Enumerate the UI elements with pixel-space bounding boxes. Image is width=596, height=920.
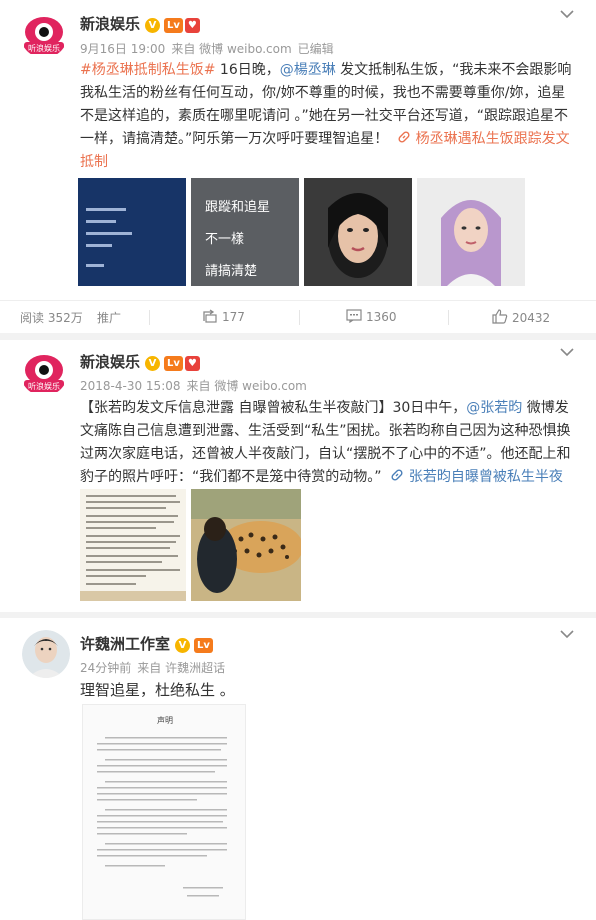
post-text-part: 【张若昀发文斥信息泄露 自曝曾被私生半夜敲门】30日中午，: [80, 400, 467, 416]
post-image[interactable]: 跟蹤和追星 不一樣 請搞清楚: [191, 178, 299, 286]
read-count: 阅读 352万: [20, 311, 83, 325]
promote-button[interactable]: 推广: [97, 309, 121, 326]
image-text-line: 不一樣: [205, 232, 245, 247]
verified-icon: V: [145, 356, 161, 371]
divider: [299, 310, 300, 325]
vip-badge: Lv: [164, 18, 183, 33]
comment-count: 1360: [366, 310, 397, 324]
verified-icon: V: [175, 638, 191, 653]
divider: [448, 310, 449, 325]
repost-count: 177: [222, 310, 245, 324]
post-text: 理智追星，杜绝私生 。: [80, 681, 235, 699]
post-meta: 2018-4-30 15:08 来自 微博 weibo.com: [80, 377, 313, 394]
member-icon: ♥: [184, 18, 200, 33]
author-name-text[interactable]: 许魏洲工作室: [80, 635, 170, 653]
repost-icon: [202, 309, 218, 323]
edited-label[interactable]: 已编辑: [298, 42, 334, 56]
author-name[interactable]: 许魏洲工作室 V Lv: [80, 633, 213, 654]
mention-link[interactable]: @楊丞琳: [280, 62, 336, 78]
author-avatar[interactable]: [22, 630, 70, 678]
hashtag-link[interactable]: #杨丞琳抵制私生饭#: [80, 62, 215, 78]
image-text-line: 跟蹤和追星: [205, 200, 271, 215]
chevron-down-icon[interactable]: [558, 626, 576, 644]
author-avatar[interactable]: 听浪娱乐: [20, 10, 68, 58]
post-image[interactable]: [191, 489, 301, 601]
post-image[interactable]: 声明: [82, 704, 246, 920]
author-name-text[interactable]: 新浪娱乐: [80, 15, 140, 33]
weibo-post: 许魏洲工作室 V Lv 24分钟前 来自 许魏洲超话 理智追星，杜绝私生 。 声明: [0, 618, 596, 920]
post-image[interactable]: [417, 178, 525, 286]
weibo-post: 听浪娱乐 新浪娱乐 V Lv ♥ 2018-4-30 15:08 来自 微博 weibo…: [0, 340, 596, 612]
link-icon: [397, 129, 411, 143]
divider: [149, 310, 150, 325]
like-count: 20432: [512, 311, 551, 325]
post-source: 来自 微博 weibo.com: [186, 379, 307, 393]
comment-button[interactable]: 1360: [346, 309, 397, 324]
post-image[interactable]: [304, 178, 412, 286]
post-text: #杨丞琳抵制私生饭# 16日晚，@楊丞琳 发文抵制私生饭，“我未来不会跟影响我私…: [80, 59, 576, 174]
image-text-line: 請搞清楚: [205, 264, 258, 279]
post-image[interactable]: [80, 489, 186, 601]
like-icon: [492, 309, 508, 324]
weibo-post: 听浪娱乐 新浪娱乐 V Lv ♥ 9月16日 19:00 来自 微博 weibo.com…: [0, 0, 596, 333]
like-button[interactable]: 20432: [492, 309, 550, 325]
chevron-down-icon[interactable]: [558, 344, 576, 362]
mention-link[interactable]: @张若昀: [466, 400, 522, 416]
vip-badge: Lv: [194, 638, 213, 653]
post-meta: 24分钟前 来自 许魏洲超话: [80, 659, 231, 676]
member-icon: ♥: [184, 356, 200, 371]
link-icon: [390, 467, 404, 481]
author-name-text[interactable]: 新浪娱乐: [80, 353, 140, 371]
chevron-down-icon[interactable]: [558, 6, 576, 24]
author-name[interactable]: 新浪娱乐 V Lv ♥: [80, 13, 200, 34]
post-time[interactable]: 9月16日 19:00: [80, 42, 165, 56]
repost-button[interactable]: 177: [202, 309, 245, 324]
post-time[interactable]: 24分钟前: [80, 661, 131, 675]
author-avatar[interactable]: 听浪娱乐: [20, 348, 68, 396]
svg-text:听浪娱乐: 听浪娱乐: [28, 43, 60, 53]
post-source: 来自 微博 weibo.com: [171, 42, 292, 56]
post-time[interactable]: 2018-4-30 15:08: [80, 379, 181, 393]
svg-text:听浪娱乐: 听浪娱乐: [28, 381, 60, 391]
verified-icon: V: [145, 18, 161, 33]
post-text-part: 16日晚，: [215, 62, 280, 78]
post-meta: 9月16日 19:00 来自 微博 weibo.com 已编辑: [80, 40, 340, 57]
vip-badge: Lv: [164, 356, 183, 371]
post-image[interactable]: [78, 178, 186, 286]
comment-icon: [346, 309, 362, 324]
post-source[interactable]: 来自 许魏洲超话: [137, 661, 225, 675]
post-action-bar: 阅读 352万 推广 177 1360 20432: [0, 300, 596, 333]
author-name[interactable]: 新浪娱乐 V Lv ♥: [80, 351, 200, 372]
